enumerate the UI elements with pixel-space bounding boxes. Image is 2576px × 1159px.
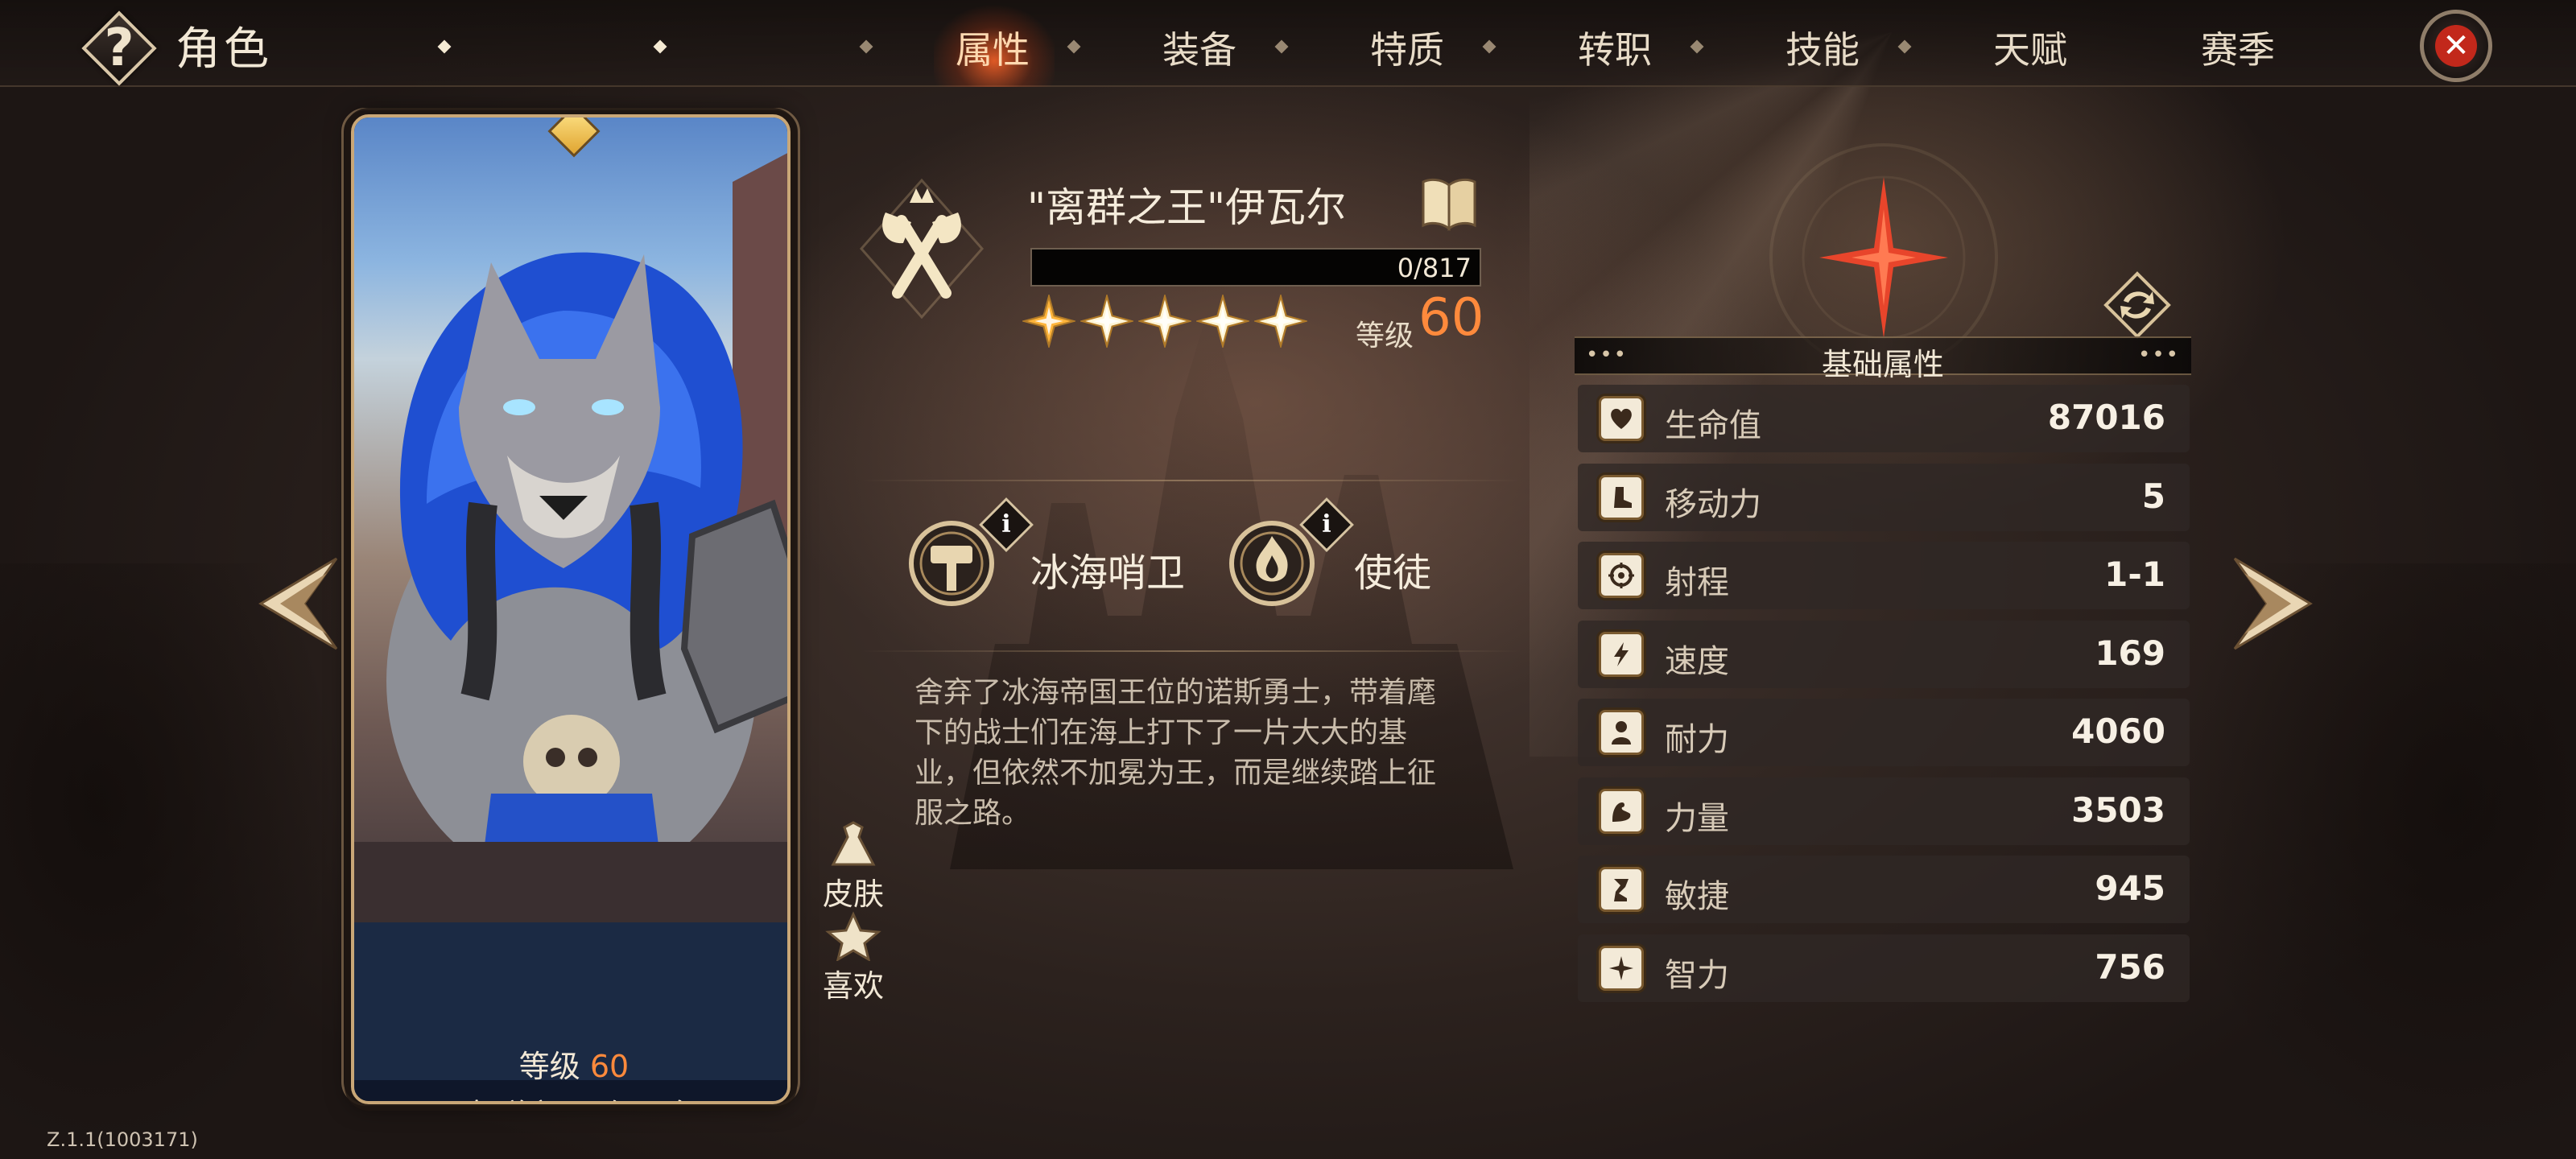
boot-icon	[1599, 474, 1644, 520]
experience-text: 0/817	[1397, 253, 1472, 283]
werewolf-portrait-image	[354, 153, 787, 922]
stat-value: 87016	[2047, 398, 2165, 437]
target-icon	[1599, 553, 1644, 598]
tab-bar: 属性 装备 特质 转职 技能 天赋 赛季	[435, 0, 2275, 87]
close-button[interactable]: ✕	[2420, 10, 2492, 82]
tab-job-change[interactable]: 转职	[1542, 21, 1687, 74]
dress-icon	[831, 821, 876, 866]
help-button[interactable]: ?	[80, 10, 158, 87]
tab-separator	[1274, 39, 1289, 54]
close-icon: ✕	[2435, 25, 2477, 67]
swap-view-icon[interactable]	[2103, 270, 2172, 340]
next-hero-arrow-icon[interactable]	[2227, 555, 2315, 652]
tab-skills[interactable]: 技能	[1750, 21, 1895, 74]
background-tree-right	[2174, 563, 2576, 1159]
stat-name: 移动力	[1665, 485, 1761, 523]
stat-value: 5	[2141, 476, 2165, 516]
tab-equipment[interactable]: 装备	[1127, 21, 1272, 74]
star-icon	[1021, 293, 1077, 351]
top-bar: ? 角色 属性 装备 特质 转职 技能 天赋 赛季 ✕	[0, 0, 2576, 87]
stat-value: 169	[2095, 633, 2165, 673]
page-title: 角色	[175, 23, 272, 76]
trait-label-sentinel: 冰海哨卫	[1030, 551, 1186, 596]
like-label: 喜欢	[822, 968, 884, 1004]
info-icon: i	[1322, 510, 1331, 538]
stat-row: 力量 3503	[1578, 777, 2190, 845]
card-level: 等级 60	[354, 1041, 787, 1086]
stat-name: 射程	[1665, 564, 1729, 601]
hero-level-value: 60	[1418, 288, 1484, 348]
hero-name: "离群之王"伊瓦尔	[1027, 184, 1346, 231]
tab-season[interactable]: 赛季	[2165, 21, 2310, 74]
stats-header: ••• 基础属性 •••	[1575, 336, 2191, 382]
leg-icon	[1599, 867, 1644, 912]
tab-separator	[1482, 39, 1496, 54]
stat-row: 耐力 4060	[1578, 699, 2190, 766]
background-tree-left	[0, 563, 338, 1159]
tab-separator	[859, 39, 873, 54]
header-ornament-right: •••	[2137, 343, 2180, 367]
sparkle-icon	[1599, 945, 1644, 991]
stat-name: 生命值	[1665, 407, 1761, 444]
star-icon	[1079, 293, 1135, 351]
tab-attributes[interactable]: 属性	[920, 21, 1065, 74]
stats-header-title: 基础属性	[1821, 347, 1944, 382]
section-divider	[861, 650, 1521, 652]
previous-hero-arrow-icon[interactable]	[256, 555, 345, 652]
stat-value: 756	[2095, 947, 2165, 987]
star-favorite-icon	[825, 911, 881, 963]
stat-row: 移动力 5	[1578, 463, 2190, 531]
arm-icon	[1599, 788, 1644, 834]
trait-label-apostle: 使徒	[1354, 551, 1432, 596]
stat-row: 敏捷 945	[1578, 856, 2190, 923]
stat-name: 敏捷	[1665, 878, 1729, 915]
version-label: Z.1.1(1003171)	[47, 1128, 198, 1151]
stat-name: 智力	[1665, 956, 1729, 994]
stat-row: 生命值 87016	[1578, 385, 2190, 452]
question-icon: ?	[104, 19, 134, 78]
stat-row: 射程 1-1	[1578, 542, 2190, 609]
person-icon	[1599, 710, 1644, 755]
experience-bar: 0/817	[1030, 248, 1481, 287]
book-icon[interactable]	[1418, 175, 1480, 232]
tab-separator	[653, 39, 667, 54]
tab-traits[interactable]: 特质	[1335, 21, 1480, 74]
star-icon	[1137, 293, 1193, 351]
hero-level-label: 等级	[1356, 320, 1414, 353]
hero-portrait	[354, 118, 787, 922]
tab-separator	[437, 39, 452, 54]
lightning-icon	[1599, 631, 1644, 677]
warrior-class-axes-icon	[859, 178, 985, 320]
hero-description: 舍弃了冰海帝国王位的诺斯勇士，带着麾下的战士们在海上打下了一片大大的基业，但依然…	[914, 676, 1437, 830]
stat-row: 速度 169	[1578, 620, 2190, 688]
card-level-value: 60	[589, 1049, 630, 1084]
skin-button[interactable]: 皮肤	[813, 819, 894, 914]
stat-value: 4060	[2071, 711, 2165, 751]
tab-talents[interactable]: 天赋	[1958, 21, 2103, 74]
tab-separator	[1690, 39, 1704, 54]
like-button[interactable]: 喜欢	[813, 911, 894, 1005]
card-hero-name: "离群之王"伊瓦尔	[354, 1090, 787, 1101]
stat-value: 945	[2095, 868, 2165, 908]
stat-value: 3503	[2071, 790, 2165, 830]
tab-separator	[1067, 39, 1081, 54]
card-level-label: 等级	[518, 1049, 580, 1084]
skin-label: 皮肤	[822, 876, 884, 912]
hero-card[interactable]: 等级 60 "离群之王"伊瓦尔	[351, 114, 791, 1104]
stat-name: 速度	[1665, 642, 1729, 680]
tab-separator	[1897, 39, 1912, 54]
stat-name: 力量	[1665, 799, 1729, 837]
stat-value: 1-1	[2104, 555, 2165, 594]
stat-row: 智力 756	[1578, 934, 2190, 1002]
section-divider	[861, 480, 1521, 481]
heart-icon	[1599, 396, 1644, 441]
star-icon	[1195, 293, 1251, 351]
star-icon	[1253, 293, 1309, 351]
stat-name: 耐力	[1665, 721, 1729, 758]
info-icon: i	[1001, 510, 1011, 538]
hero-star-rating	[1021, 293, 1309, 351]
